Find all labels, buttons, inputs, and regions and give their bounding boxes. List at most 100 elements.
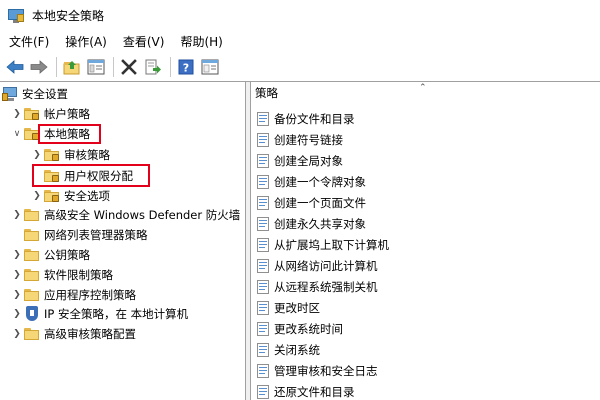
- show-hide-tree-button[interactable]: [85, 56, 107, 78]
- policy-row[interactable]: 还原文件和目录: [251, 382, 355, 400]
- window-title: 本地安全策略: [32, 9, 105, 23]
- tree-item-public-key-policy[interactable]: ❯ 公钥策略: [10, 245, 90, 265]
- policy-row[interactable]: 更改时区: [251, 298, 320, 318]
- policy-row[interactable]: 备份文件和目录: [251, 109, 355, 129]
- menu-action[interactable]: 操作(A): [57, 31, 115, 53]
- properties-button[interactable]: [199, 56, 221, 78]
- policy-icon: [255, 237, 271, 253]
- console-tree-pane[interactable]: 安全设置 ❯ 帐户策略 ∨ 本地策略 ❯ 审核策略 用户权限分配 ❯ 安全选项 …: [0, 82, 246, 400]
- tree-item-account-policy[interactable]: ❯ 帐户策略: [10, 104, 90, 124]
- policy-icon: [255, 384, 271, 400]
- forward-button[interactable]: [28, 56, 50, 78]
- policy-row[interactable]: 创建一个页面文件: [251, 193, 366, 213]
- tree-item-network-list-manager[interactable]: 网络列表管理器策略: [24, 225, 148, 245]
- menu-view[interactable]: 查看(V): [115, 31, 173, 53]
- security-policy-app-icon: [8, 8, 24, 24]
- tree-item-app-control-policy[interactable]: ❯ 应用程序控制策略: [10, 285, 136, 305]
- tree-item-label: IP 安全策略，在 本地计算机: [44, 307, 189, 321]
- chevron-right-icon[interactable]: ❯: [30, 148, 44, 162]
- policy-name: 创建一个令牌对象: [274, 175, 366, 189]
- policy-icon: [255, 111, 271, 127]
- tree-item-user-rights-assignment[interactable]: 用户权限分配: [44, 166, 133, 186]
- chevron-right-icon[interactable]: ❯: [10, 327, 24, 341]
- tree-item-label: 用户权限分配: [64, 169, 133, 183]
- policy-row[interactable]: 从扩展坞上取下计算机: [251, 235, 389, 255]
- chevron-right-icon[interactable]: ❯: [30, 189, 44, 203]
- export-button[interactable]: [142, 56, 164, 78]
- policy-name: 创建永久共享对象: [274, 217, 366, 231]
- chevron-down-icon[interactable]: ∨: [10, 127, 24, 141]
- policy-icon: [255, 342, 271, 358]
- locked-folder-icon: [24, 106, 40, 122]
- up-folder-button[interactable]: [61, 56, 83, 78]
- chevron-right-icon[interactable]: ❯: [10, 307, 24, 321]
- menu-file[interactable]: 文件(F): [0, 31, 57, 53]
- policy-name: 创建一个页面文件: [274, 196, 366, 210]
- help-icon: ?: [178, 59, 194, 75]
- policy-row[interactable]: 创建永久共享对象: [251, 214, 366, 234]
- ip-security-icon: [24, 306, 40, 322]
- chevron-right-icon[interactable]: ❯: [10, 268, 24, 282]
- chevron-right-icon[interactable]: ❯: [10, 107, 24, 121]
- folder-icon: [24, 326, 40, 342]
- tree-item-label: 安全选项: [64, 189, 110, 203]
- export-icon: [145, 59, 161, 75]
- policy-row[interactable]: 从网络访问此计算机: [251, 256, 378, 276]
- tree-item-software-restriction[interactable]: ❯ 软件限制策略: [10, 265, 113, 285]
- policy-row[interactable]: 更改系统时间: [251, 319, 343, 339]
- policy-name: 创建全局对象: [274, 154, 343, 168]
- folder-icon: [24, 247, 40, 263]
- tree-item-local-policy[interactable]: ∨ 本地策略: [10, 124, 90, 144]
- svg-text:?: ?: [183, 62, 189, 75]
- policy-name: 管理审核和安全日志: [274, 364, 378, 378]
- chevron-right-icon[interactable]: ❯: [10, 288, 24, 302]
- security-settings-icon: [2, 86, 18, 102]
- tree-item-security-settings[interactable]: 安全设置: [2, 84, 68, 104]
- delete-icon: [121, 59, 137, 75]
- tree-item-audit-policy[interactable]: ❯ 审核策略: [30, 145, 110, 165]
- policy-icon: [255, 258, 271, 274]
- help-button[interactable]: ?: [175, 56, 197, 78]
- policy-icon: [255, 321, 271, 337]
- policy-row[interactable]: 创建全局对象: [251, 151, 343, 171]
- policy-row[interactable]: 管理审核和安全日志: [251, 361, 378, 381]
- policy-name: 从网络访问此计算机: [274, 259, 378, 273]
- tree-item-defender-firewall[interactable]: ❯ 高级安全 Windows Defender 防火墙: [10, 205, 240, 225]
- back-button[interactable]: [4, 56, 26, 78]
- policy-name: 还原文件和目录: [274, 385, 355, 399]
- policy-name: 关闭系统: [274, 343, 320, 357]
- tree-item-advanced-audit[interactable]: ❯ 高级审核策略配置: [10, 324, 136, 344]
- tree-item-label: 帐户策略: [44, 107, 90, 121]
- tree-item-label: 本地策略: [44, 127, 90, 141]
- policy-icon: [255, 195, 271, 211]
- locked-folder-icon: [44, 188, 60, 204]
- toolbar: ?: [0, 53, 600, 81]
- tree-item-label: 公钥策略: [44, 248, 90, 262]
- tree-item-label: 高级安全 Windows Defender 防火墙: [44, 208, 241, 222]
- tree-item-security-options[interactable]: ❯ 安全选项: [30, 186, 110, 206]
- policy-row[interactable]: 关闭系统: [251, 340, 320, 360]
- chevron-right-icon[interactable]: ❯: [10, 208, 24, 222]
- policy-icon: [255, 132, 271, 148]
- up-folder-icon: [63, 61, 80, 75]
- policy-row[interactable]: 从远程系统强制关机: [251, 277, 378, 297]
- policy-list-pane[interactable]: 策略 ⌃ 备份文件和目录 创建符号链接 创建全局对象 创建一个令牌对象 创建一个…: [251, 82, 600, 400]
- tree-item-ip-security[interactable]: ❯ IP 安全策略，在 本地计算机: [10, 304, 188, 324]
- delete-button[interactable]: [118, 56, 140, 78]
- policy-row[interactable]: 创建符号链接: [251, 130, 343, 150]
- menu-help[interactable]: 帮助(H): [172, 31, 230, 53]
- policy-icon: [255, 153, 271, 169]
- show-hide-tree-icon: [87, 59, 105, 75]
- policy-row[interactable]: 创建一个令牌对象: [251, 172, 366, 192]
- tree-item-label: 网络列表管理器策略: [44, 228, 148, 242]
- policy-icon: [255, 216, 271, 232]
- back-icon: [6, 60, 24, 74]
- properties-icon: [201, 59, 219, 75]
- policy-icon: [255, 363, 271, 379]
- policy-name: 创建符号链接: [274, 133, 343, 147]
- policy-name: 更改系统时间: [274, 322, 343, 336]
- chevron-right-icon[interactable]: ❯: [10, 248, 24, 262]
- toolbar-separator: [170, 57, 171, 77]
- column-header-policy[interactable]: 策略 ⌃: [251, 82, 600, 104]
- locked-folder-icon: [44, 168, 60, 184]
